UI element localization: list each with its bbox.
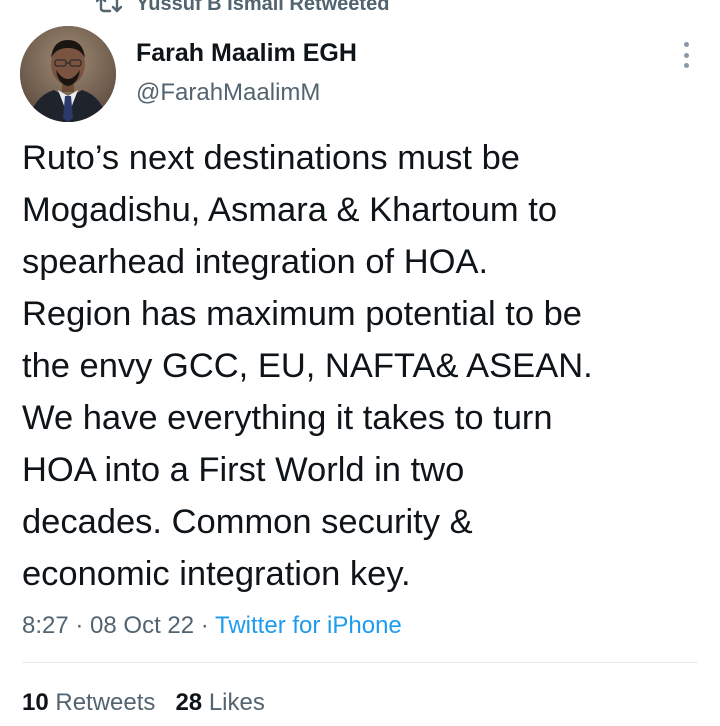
retweets-label: Retweets [55, 689, 156, 716]
tweet-text-line: Region has maximum potential to be [22, 295, 582, 333]
tweet-date[interactable]: 08 Oct 22 [90, 612, 194, 639]
tweet-meta: 8:27 · 08 Oct 22 · Twitter for iPhone [22, 610, 402, 642]
retweets-count: 10 [22, 689, 49, 716]
tweet-text-line: Ruto’s next destinations must be [22, 139, 520, 177]
likes-count: 28 [175, 689, 203, 716]
tweet-text-line: Mogadishu, Asmara & Khartoum to [22, 191, 558, 229]
social-context-text: Yussuf B Ismail Retweeted [136, 0, 390, 15]
tweet-text-line: decades. Common security & [22, 503, 473, 541]
social-context[interactable]: Yussuf B Ismail Retweeted [95, 0, 390, 18]
meta-separator: · [194, 612, 216, 639]
tweet-text-line: HOA into a First World in two [22, 451, 465, 489]
tweet-text: Ruto’s next destinations must be Mogadis… [22, 132, 702, 600]
more-options-button[interactable] [680, 42, 692, 68]
tweet: Yussuf B Ismail Retweeted Farah Maalim E… [0, 0, 720, 726]
tweet-source-link[interactable]: Twitter for iPhone [215, 612, 402, 639]
more-dot-icon [683, 63, 689, 68]
author-block[interactable]: Farah Maalim EGH @FarahMaalimM [136, 38, 357, 108]
tweet-text-line: spearhead integration of HOA. [22, 243, 489, 281]
tweet-time[interactable]: 8:27 [22, 612, 69, 639]
meta-separator: · [68, 612, 91, 639]
divider [22, 662, 698, 663]
display-name[interactable]: Farah Maalim EGH [136, 38, 357, 68]
retweet-icon [95, 0, 123, 14]
avatar-image [20, 26, 116, 122]
avatar[interactable] [20, 26, 116, 122]
tweet-stats: 10 Retweets 28 Likes [22, 686, 265, 720]
likes-stat[interactable]: 28 Likes [175, 689, 264, 716]
handle[interactable]: @FarahMaalimM [136, 78, 357, 108]
tweet-text-line: We have everything it takes to turn [22, 399, 553, 437]
more-dot-icon [683, 52, 689, 58]
more-dot-icon [683, 42, 689, 47]
tweet-text-line: the envy GCC, EU, NAFTA& ASEAN. [22, 347, 593, 385]
tweet-text-line: economic integration key. [22, 555, 411, 593]
retweets-stat[interactable]: 10 Retweets [22, 689, 155, 716]
likes-label: Likes [208, 689, 265, 716]
